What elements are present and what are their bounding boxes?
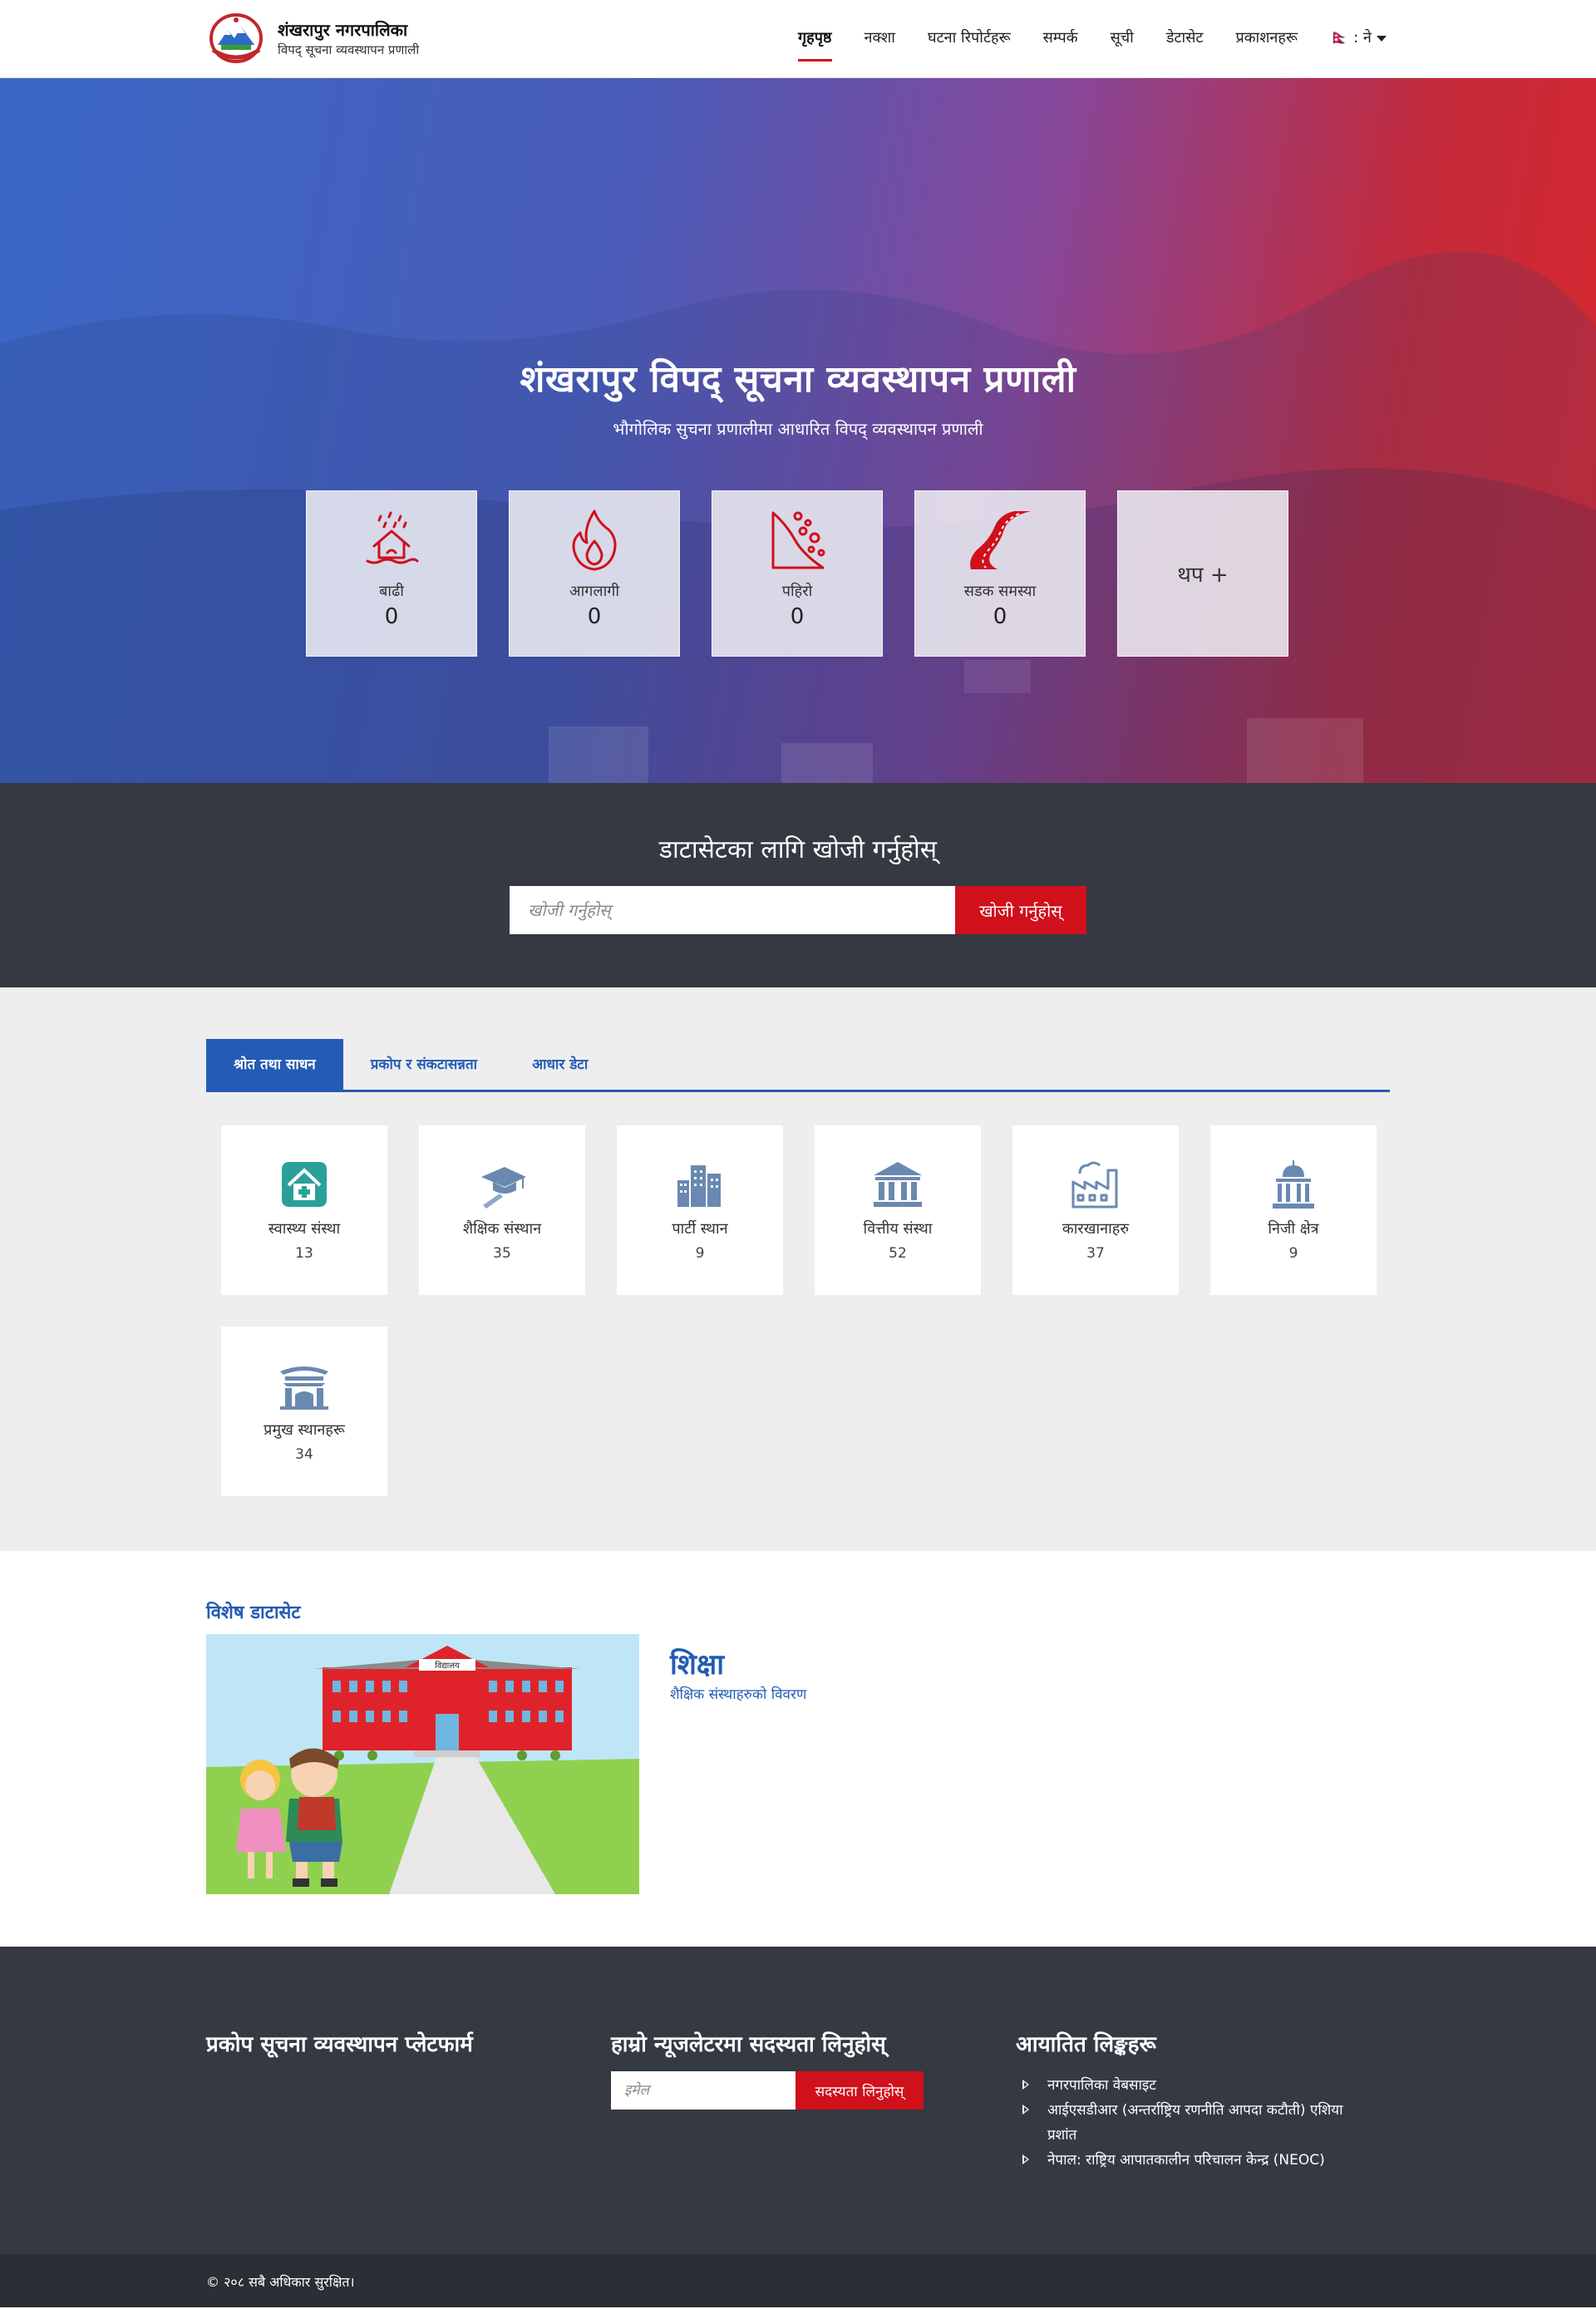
search-button[interactable]: खोजी गर्नुहोस् — [955, 886, 1086, 934]
footer-col-platform: प्रकोप सूचना व्यवस्थापन प्लेटफार्म — [206, 2028, 473, 2058]
link-isdr-asia-pacific[interactable]: आईएसडीआर (अन्तर्राष्ट्रिय रणनीति आपदा कट… — [1016, 2098, 1348, 2148]
hazard-card-flood[interactable]: बाढी 0 — [306, 490, 477, 657]
building-icon — [677, 1165, 721, 1207]
dataset-search-section: डाटासेटका लागि खोजी गर्नुहोस् खोजी गर्नु… — [0, 783, 1596, 987]
resource-label: वित्तीय संस्था — [863, 1220, 933, 1238]
language-dropdown[interactable]: 🇳🇵 : ने — [1330, 0, 1387, 78]
more-label: थप + — [1177, 563, 1229, 588]
more-hazards-button[interactable]: थप + — [1117, 490, 1288, 657]
flood-icon — [366, 511, 419, 564]
resource-count: 9 — [1288, 1245, 1298, 1262]
search-title: डाटासेटका लागि खोजी गर्नुहोस् — [658, 835, 938, 864]
school-illustration[interactable]: विद्यालय — [206, 1634, 639, 1894]
brand-subtitle: विपद् सूचना व्यवस्थापन प्रणाली — [278, 42, 420, 57]
resources-section: श्रोत तथा साधन प्रकोप र संकटासन्नता आधार… — [0, 987, 1596, 1551]
nav-map[interactable]: नक्शा — [864, 0, 895, 78]
hazard-count: 0 — [587, 604, 602, 629]
resource-tabs: श्रोत तथा साधन प्रकोप र संकटासन्नता आधार… — [206, 1039, 1390, 1092]
nav-dataset[interactable]: डेटासेट — [1166, 0, 1204, 78]
subscribe-button[interactable]: सदस्यता लिनुहोस् — [796, 2071, 924, 2110]
nepal-emblem-logo — [209, 13, 263, 63]
link-neoc[interactable]: नेपाल: राष्ट्रिय आपातकालीन परिचालन केन्द… — [1016, 2148, 1348, 2173]
factory-icon — [1071, 1161, 1118, 1209]
resource-card-health[interactable]: स्वास्थ्य संस्था 13 — [221, 1125, 387, 1295]
footer-col-links: आयातित लिङ्कहरू नगरपालिका वेबसाइट आईएसडी… — [1016, 2028, 1348, 2173]
nav-incident-reports[interactable]: घटना रिपोर्टहरू — [928, 0, 1011, 78]
resource-card-education[interactable]: शैक्षिक संस्थान 35 — [419, 1125, 585, 1295]
tab-hazard-vulnerability[interactable]: प्रकोप र संकटासन्नता — [343, 1039, 505, 1090]
hazard-label: बाढी — [379, 583, 404, 600]
resource-card-major-places[interactable]: प्रमुख स्थानहरू 34 — [221, 1327, 387, 1496]
search-bar: खोजी गर्नुहोस् — [510, 886, 1086, 934]
resource-count: 37 — [1086, 1245, 1105, 1262]
nav-publications[interactable]: प्रकाशनहरू — [1235, 0, 1298, 78]
external-links-list: नगरपालिका वेबसाइट आईएसडीआर (अन्तर्राष्ट्… — [1016, 2073, 1348, 2173]
hero-banner: शंखरापुर विपद् सूचना व्यवस्थापन प्रणाली … — [0, 78, 1596, 783]
hazard-card-fire[interactable]: आगलागी 0 — [509, 490, 680, 657]
resource-label: पार्टी स्थान — [672, 1220, 728, 1238]
resource-count: 35 — [493, 1245, 511, 1262]
hazard-count: 0 — [384, 604, 399, 629]
resource-count: 9 — [695, 1245, 705, 1262]
resource-card-finance[interactable]: वित्तीय संस्था 52 — [815, 1125, 981, 1295]
featured-description: शैक्षिक संस्थाहरुको विवरण — [670, 1686, 807, 1703]
hazard-label: सडक समस्या — [963, 583, 1037, 600]
hero-subtitle: भौगोलिक सुचना प्रणालीमा आधारित विपद् व्य… — [613, 419, 983, 439]
resource-label: प्रमुख स्थानहरू — [264, 1421, 345, 1439]
resource-card-party-venue[interactable]: पार्टी स्थान 9 — [617, 1125, 783, 1295]
featured-title-link[interactable]: शिक्षा — [670, 1644, 724, 1682]
resource-grid: स्वास्थ्य संस्था 13 शैक्षिक संस्थान 35 प… — [221, 1125, 1385, 1496]
copyright-text: © २०८ सबै अधिकार सुरक्षित। — [206, 2274, 355, 2290]
resource-label: स्वास्थ्य संस्था — [268, 1220, 341, 1238]
newsletter-email-input[interactable] — [611, 2071, 796, 2110]
health-icon — [282, 1162, 327, 1207]
road-icon — [970, 511, 1031, 569]
brand-title: शंखरापुर नगरपालिका — [278, 20, 408, 40]
footer-col-newsletter: हाम्रो न्यूजलेटरमा सदस्यता लिनुहोस् सदस्… — [611, 2028, 924, 2110]
school-sign: विद्यालय — [435, 1661, 460, 1671]
hazard-count: 0 — [790, 604, 805, 629]
dome-building-icon — [1273, 1160, 1314, 1209]
hazard-cards: बाढी 0 आगलागी 0 पहिरो 0 सडक समस्या 0 थप … — [306, 490, 1288, 657]
nav-contact[interactable]: सम्पर्क — [1043, 0, 1078, 78]
nav-list[interactable]: सूची — [1111, 0, 1134, 78]
resource-count: 13 — [295, 1245, 313, 1262]
hazard-label: आगलागी — [569, 583, 620, 600]
tab-base-data[interactable]: आधार डेटा — [505, 1039, 615, 1090]
hazard-count: 0 — [993, 604, 1007, 629]
resource-label: निजी क्षेत्र — [1268, 1220, 1319, 1238]
featured-heading: विशेष डाटासेट — [206, 1603, 301, 1623]
links-title: आयातित लिङ्कहरू — [1016, 2032, 1156, 2057]
footer-platform-title: प्रकोप सूचना व्यवस्थापन प्लेटफार्म — [206, 2032, 473, 2057]
featured-dataset-section: विशेष डाटासेट विद्यालय शिक्षा शैक्षिक सं… — [0, 1551, 1596, 1947]
caret-down-icon — [1376, 35, 1387, 42]
landslide-icon — [771, 511, 825, 569]
hero-title: शंखरापुर विपद् सूचना व्यवस्थापन प्रणाली — [520, 358, 1076, 401]
tab-resources[interactable]: श्रोत तथा साधन — [206, 1039, 343, 1090]
copyright-bar: © २०८ सबै अधिकार सुरक्षित। — [0, 2254, 1596, 2307]
bank-icon — [874, 1162, 922, 1207]
gate-icon — [280, 1366, 328, 1410]
resource-card-private-sector[interactable]: निजी क्षेत्र 9 — [1210, 1125, 1377, 1295]
resource-count: 52 — [889, 1245, 907, 1262]
resource-count: 34 — [295, 1446, 313, 1463]
language-label: 🇳🇵 : ने — [1330, 29, 1372, 47]
hazard-label: पहिरो — [781, 583, 813, 600]
nav-home[interactable]: गृहपृष्ठ — [798, 0, 832, 78]
education-icon — [481, 1167, 526, 1209]
hazard-card-landslide[interactable]: पहिरो 0 — [712, 490, 883, 657]
footer: प्रकोप सूचना व्यवस्थापन प्लेटफार्म हाम्र… — [0, 1947, 1596, 2254]
search-input[interactable] — [510, 886, 955, 934]
navbar: शंखरापुर नगरपालिका विपद् सूचना व्यवस्थाप… — [0, 0, 1596, 78]
brand[interactable]: शंखरापुर नगरपालिका विपद् सूचना व्यवस्थाप… — [206, 12, 419, 65]
resource-label: कारखानाहरु — [1062, 1220, 1130, 1238]
newsletter-title: हाम्रो न्यूजलेटरमा सदस्यता लिनुहोस् — [611, 2032, 886, 2057]
resource-card-factories[interactable]: कारखानाहरु 37 — [1012, 1125, 1179, 1295]
resource-label: शैक्षिक संस्थान — [462, 1220, 542, 1238]
fire-icon — [572, 510, 617, 571]
hazard-card-road[interactable]: सडक समस्या 0 — [914, 490, 1086, 657]
link-municipality-website[interactable]: नगरपालिका वेबसाइट — [1016, 2073, 1348, 2098]
main-nav: गृहपृष्ठ नक्शा घटना रिपोर्टहरू सम्पर्क स… — [798, 0, 1387, 78]
